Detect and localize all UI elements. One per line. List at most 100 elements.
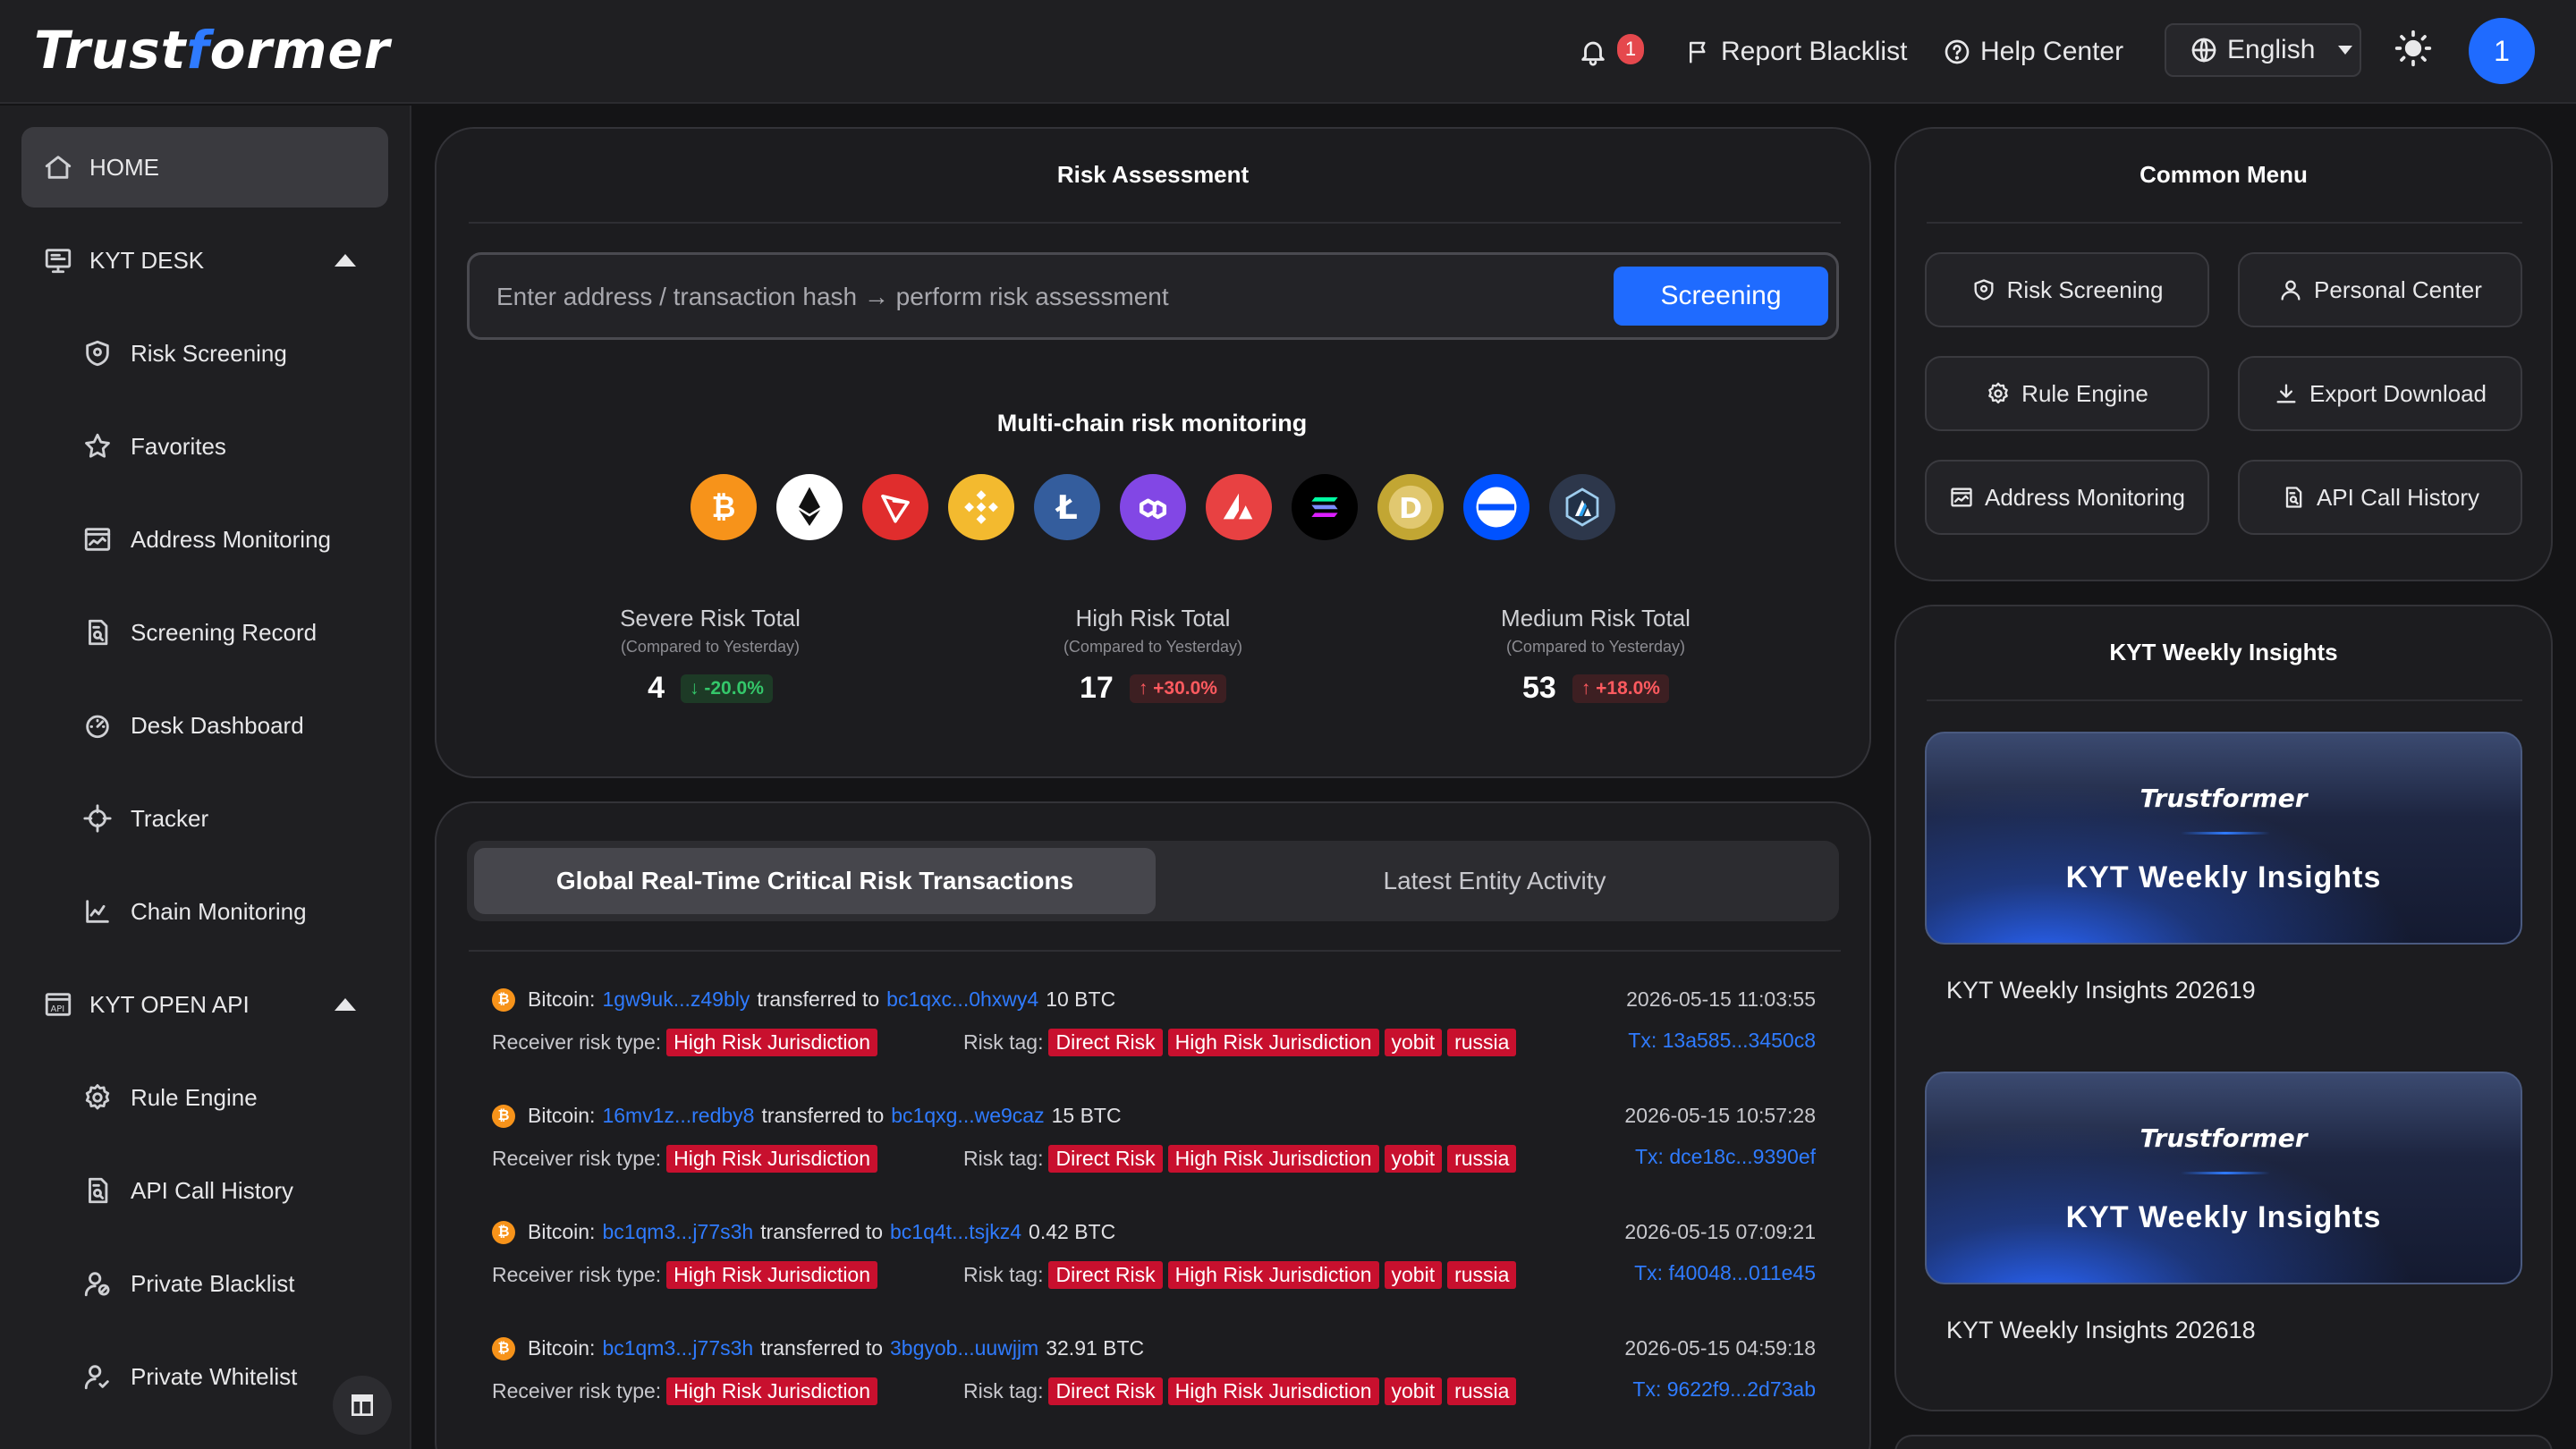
tx-timestamp: 2026-05-15 10:57:28 [1624,1104,1816,1127]
tron-icon[interactable] [862,474,928,540]
gauge-icon [86,715,109,739]
transaction-row[interactable]: ₿ Bitcoin: bc1qm3...j77s3h transferred to 3b… [492,1336,1816,1435]
language-label: English [2227,35,2316,64]
transaction-row[interactable]: ₿ Bitcoin: 16mv1z...redby8 transferred to bc… [492,1104,1816,1202]
tx-from-address[interactable]: bc1qm3...j77s3h [602,1220,753,1244]
tx-hash-link[interactable]: Tx: 13a585...3450c8 [1628,1029,1816,1053]
tx-chain: Bitcoin: [528,1336,596,1360]
arbitrum-icon[interactable] [1549,474,1615,540]
quick-risk-screening-button[interactable]: Risk Screening [1925,252,2209,327]
crosshair-icon [83,804,112,833]
stat-change-badge: ↓ -20.0% [681,674,773,703]
theme-toggle-button[interactable] [2394,27,2433,70]
sidebar-item-desk-dashboard[interactable]: Desk Dashboard [21,685,388,766]
report-blacklist-button[interactable]: Report Blacklist [1685,30,1907,73]
polygon-icon[interactable] [1120,474,1186,540]
sidebar-item-tracker[interactable]: Tracker [21,778,388,859]
stat-compare-note: (Compared to Yesterday) [1063,638,1243,656]
tab-latest-entity-activity[interactable]: Latest Entity Activity [1154,848,1835,914]
panel-title: KYT Weekly Insights [2109,639,2338,665]
sidebar-item-rule-engine[interactable]: Rule Engine [21,1057,388,1138]
top-header: Trustformer 1 Report Blacklist Help Cent… [0,0,2576,104]
sidebar-item-private-blacklist[interactable]: Private Blacklist [21,1243,388,1324]
home-icon [45,156,72,179]
bitcoin-icon: ₿ [492,1336,515,1360]
notifications-button[interactable] [1578,30,1608,73]
language-select[interactable]: English [2165,23,2361,77]
tx-from-address[interactable]: bc1qm3...j77s3h [602,1336,753,1360]
sidebar-item-home[interactable]: HOME [21,127,388,208]
quick-export-download-button[interactable]: Export Download [2238,356,2522,431]
screening-button[interactable]: Screening [1614,267,1828,326]
quick-personal-center-button[interactable]: Personal Center [2238,252,2522,327]
bitcoin-icon: ₿ [492,1220,515,1244]
risk-tag: russia [1447,1029,1517,1056]
sidebar-item-label: Desk Dashboard [131,711,304,739]
tx-transferred-label: transferred to [757,987,880,1011]
transaction-row[interactable]: ₿ Bitcoin: 1gw9uk...z49bly transferred to bc… [492,987,1816,1086]
bitcoin-icon: ₿ [492,1104,515,1128]
sun-icon [2394,30,2432,67]
svg-text:D: D [1399,493,1422,525]
user-avatar[interactable]: 1 [2469,18,2535,84]
receiver-risk-label: Receiver risk type: [492,1263,662,1286]
weekly-insight-caption[interactable]: KYT Weekly Insights 202619 [1946,977,2256,1004]
sidebar-item-screening-record[interactable]: Screening Record [21,592,388,673]
document-search-icon [2285,487,2302,508]
ethereum-icon[interactable] [776,474,843,540]
sidebar-item-favorites[interactable]: Favorites [21,406,388,487]
tx-from-address[interactable]: 16mv1z...redby8 [602,1104,754,1128]
sidebar-item-label: Risk Screening [131,339,287,367]
tx-to-address[interactable]: 3bgyob...uuwjjm [890,1336,1038,1360]
litecoin-icon[interactable]: Ł [1034,474,1100,540]
weekly-insights-panel: KYT Weekly Insights [1894,605,2553,1411]
help-center-label: Help Center [1980,37,2124,66]
quick-menu-label: Address Monitoring [1985,483,2185,511]
sidebar-item-label: Tracker [131,804,209,832]
risk-tag: High Risk Jurisdiction [1167,1261,1379,1289]
svg-text:API: API [51,1004,65,1014]
weekly-insight-card[interactable]: Trustformer KYT Weekly Insights [1925,732,2522,945]
quick-api-call-history-button[interactable]: API Call History [2238,460,2522,535]
usd-coin-icon[interactable] [1463,474,1530,540]
document-search-icon [89,619,108,646]
tx-to-address[interactable]: bc1qxc...0hxwy4 [886,987,1038,1012]
svg-text:₿: ₿ [712,489,736,524]
sidebar-item-address-monitoring[interactable]: Address Monitoring [21,499,388,580]
risk-search-input[interactable] [496,271,1525,323]
dogecoin-icon[interactable]: D [1377,474,1444,540]
solana-icon[interactable] [1292,474,1358,540]
svg-text:Ł: Ł [1055,488,1078,527]
weekly-insight-caption[interactable]: KYT Weekly Insights 202618 [1946,1317,2256,1344]
sidebar-group-label: KYT DESK [89,246,205,274]
sidebar-item-chain-monitoring[interactable]: Chain Monitoring [21,871,388,952]
weekly-insight-card[interactable]: Trustformer KYT Weekly Insights [1925,1072,2522,1284]
sidebar-item-label: API Call History [131,1176,294,1204]
tx-hash-link[interactable]: Tx: f40048...011e45 [1634,1261,1816,1285]
quick-rule-engine-button[interactable]: Rule Engine [1925,356,2209,431]
download-icon [2276,384,2296,403]
user-icon [2281,280,2301,301]
sidebar-item-api-call-history[interactable]: API Call History [21,1150,388,1231]
tx-from-address[interactable]: 1gw9uk...z49bly [602,987,750,1012]
layout-toggle-button[interactable] [333,1376,392,1435]
stat-compare-note: (Compared to Yesterday) [1505,638,1686,656]
sidebar-group-kyt-open-api[interactable]: API KYT OPEN API [21,964,388,1045]
sidebar-group-kyt-desk[interactable]: KYT DESK [21,220,388,301]
shield-icon [86,340,109,367]
tx-hash-link[interactable]: Tx: 9622f9...2d73ab [1632,1377,1816,1402]
help-center-button[interactable]: Help Center [1943,30,2123,73]
sidebar-item-risk-screening[interactable]: Risk Screening [21,313,388,394]
quick-address-monitoring-button[interactable]: Address Monitoring [1925,460,2209,535]
stat-compare-note: (Compared to Yesterday) [620,638,801,656]
tab-critical-risk-transactions[interactable]: Global Real-Time Critical Risk Transacti… [474,848,1156,914]
card-accent-line [2181,832,2270,835]
trustformer-logo[interactable]: Trustformer [34,20,390,80]
transaction-row[interactable]: ₿ Bitcoin: bc1qm3...j77s3h transferred to bc… [492,1220,1816,1318]
tx-hash-link[interactable]: Tx: dce18c...9390ef [1635,1145,1816,1169]
tx-to-address[interactable]: bc1qxg...we9caz [891,1104,1044,1128]
avalanche-icon[interactable] [1206,474,1272,540]
tx-to-address[interactable]: bc1q4t...tsjkz4 [890,1220,1021,1244]
bnb-icon[interactable] [948,474,1014,540]
bitcoin-icon[interactable]: ₿ [691,474,757,540]
